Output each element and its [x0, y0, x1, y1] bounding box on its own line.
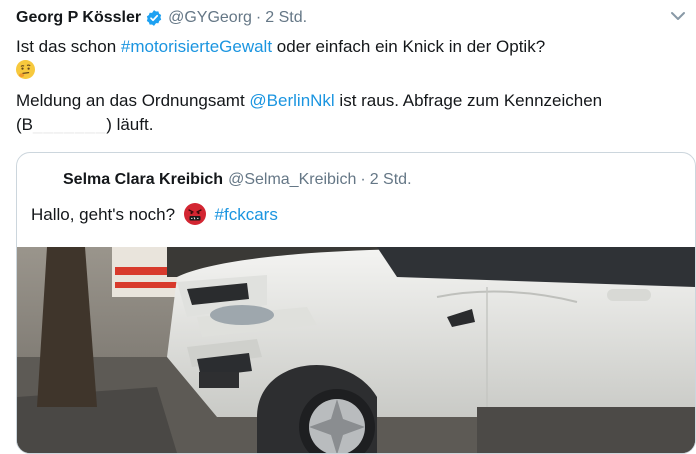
mention-link[interactable]: @BerlinNkl [249, 91, 334, 110]
quoted-tweet-card[interactable]: Selma Clara Kreibich @Selma_Kreibich · 2… [16, 152, 696, 454]
angry-face-icon [183, 203, 206, 225]
tweet-timestamp[interactable]: 2 Std. [265, 9, 307, 27]
verified-badge-icon [145, 9, 163, 27]
quoted-timestamp[interactable]: 2 Std. [370, 171, 412, 189]
text-segment: oder einfach ein Knick in der Optik? [272, 37, 546, 56]
thinking-face-icon [16, 60, 35, 79]
separator-dot: · [255, 9, 262, 26]
quoted-author-handle[interactable]: @Selma_Kreibich [228, 171, 356, 189]
tweet-header: Georg P Kössler @GYGeorg · 2 Std. [16, 7, 307, 29]
redacted-text: _______ [33, 115, 107, 134]
hashtag-link[interactable]: #motorisierteGewalt [121, 37, 272, 56]
separator-dot: · [360, 171, 366, 188]
tweet-paragraph-1: Ist das schon #motorisierteGewalt oder e… [16, 35, 666, 83]
tweet-text: Ist das schon #motorisierteGewalt oder e… [16, 35, 666, 143]
hashtag-link[interactable]: #fckcars [215, 205, 278, 224]
quoted-tweet-header: Selma Clara Kreibich @Selma_Kreibich · 2… [31, 169, 412, 191]
quoted-tweet-text: Hallo, geht's noch? #fckcars [31, 203, 278, 227]
text-segment: Ist das schon [16, 37, 121, 56]
quoted-photo[interactable] [17, 247, 695, 453]
text-segment: Meldung an das Ordnungsamt [16, 91, 250, 110]
author-name[interactable]: Georg P Kössler [16, 9, 141, 27]
chevron-down-icon[interactable] [666, 4, 690, 28]
tweet-paragraph-2: Meldung an das Ordnungsamt @BerlinNkl is… [16, 89, 666, 137]
text-segment: Hallo, geht's noch? [31, 205, 176, 224]
avatar[interactable] [31, 169, 53, 191]
text-segment: ) läuft. [106, 115, 154, 134]
author-handle[interactable]: @GYGeorg [168, 9, 252, 27]
quoted-author-name[interactable]: Selma Clara Kreibich [63, 171, 223, 189]
